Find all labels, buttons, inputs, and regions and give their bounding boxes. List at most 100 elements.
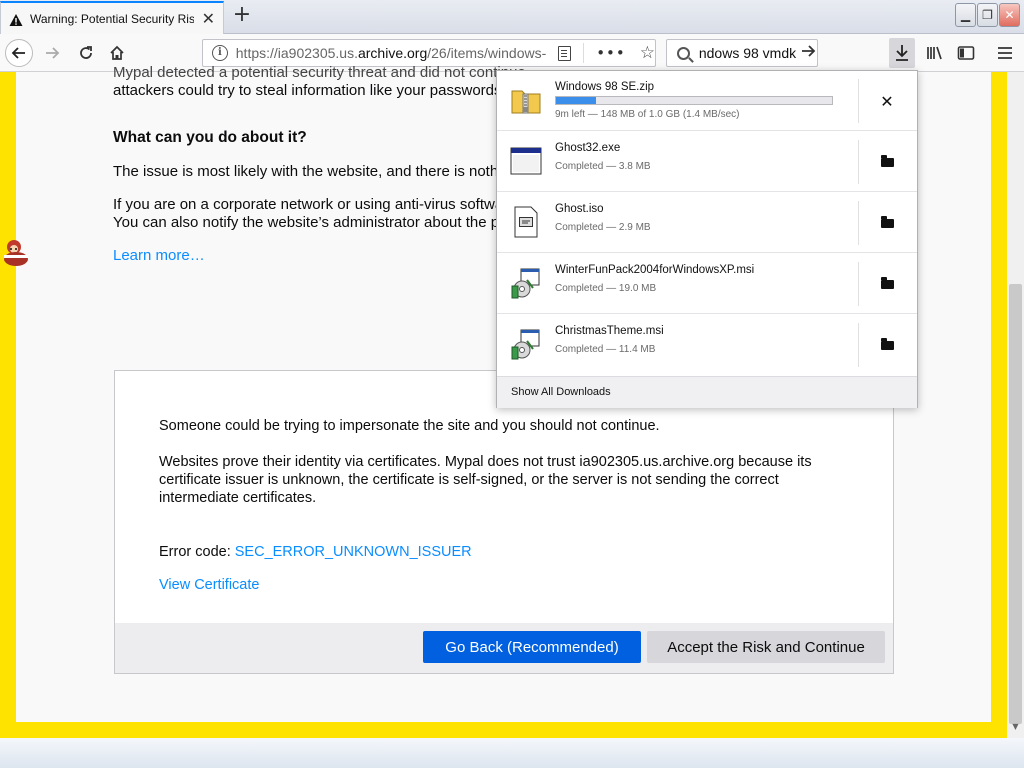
installer-package-icon [509,327,543,361]
section-heading: What can you do about it? [113,129,307,146]
back-button[interactable] [5,39,33,67]
tab-active[interactable]: Warning: Potential Security Risk Ahead ✕ [0,1,224,34]
downloads-footer: Show All Downloads [497,376,917,408]
download-status: Completed — 2.9 MB [555,222,651,233]
exe-window-icon [509,144,543,178]
download-filename: Ghost32.exe [555,142,621,154]
forward-arrow-icon [46,47,60,59]
action-divider [858,201,859,245]
button-bar: Go Back (Recommended) Accept the Risk an… [115,623,893,673]
installer-package-icon [509,266,543,300]
close-window-button[interactable]: ✕ [999,3,1020,27]
url-prefix: https://ia902305.us. [235,45,358,61]
open-folder-button[interactable] [867,209,907,237]
download-status: 9m left — 148 MB of 1.0 GB (1.4 MB/sec) [555,109,740,120]
bookmark-star-icon[interactable]: ☆ [640,43,655,63]
yellow-frame-right [991,72,1007,738]
disc-image-icon [509,205,543,239]
download-item[interactable]: Ghost32.exe Completed — 3.8 MB [497,132,917,192]
window-controls: ▁ ❐ ✕ [955,3,1020,27]
download-progress-bar [555,96,833,105]
error-code-line: Error code: SEC_ERROR_UNKNOWN_ISSUER [159,543,472,561]
intro-text-line1: Mypal detected a potential security thre… [113,64,526,81]
folder-icon [880,337,894,350]
site-info-icon[interactable]: i [212,45,228,61]
download-filename: Windows 98 SE.zip [555,81,655,93]
library-icon [927,46,942,60]
download-arrow-icon [896,45,908,61]
download-item[interactable]: ChristmasTheme.msi Completed — 11.4 MB [497,315,917,375]
warning-icon [9,12,23,26]
download-item[interactable]: Ghost.iso Completed — 2.9 MB [497,193,917,253]
tab-title: Warning: Potential Security Risk Ahead [30,11,194,26]
show-all-downloads-link[interactable]: Show All Downloads [511,386,611,398]
folder-icon [880,276,894,289]
reload-button[interactable] [72,39,100,67]
corporate-text-line1: If you are on a corporate network or usi… [113,196,517,213]
action-divider [858,79,859,123]
home-icon [110,45,124,60]
downloads-button[interactable] [889,38,915,68]
forward-button[interactable] [38,39,66,67]
scrollbar-thumb[interactable] [1009,284,1022,724]
sidebar-button[interactable] [952,39,980,67]
learn-more-link[interactable]: Learn more… [113,247,205,264]
download-status: Completed — 3.8 MB [555,161,651,172]
mascot-icon [0,237,32,267]
search-input[interactable]: ndows 98 vmdk [699,45,801,61]
download-item[interactable]: WinterFunPack2004forWindowsXP.msi Comple… [497,254,917,314]
search-bar[interactable]: ndows 98 vmdk [666,39,818,67]
downloads-panel: Windows 98 SE.zip 9m left — 148 MB of 1.… [496,70,918,408]
action-divider [858,323,859,367]
minimize-button[interactable]: ▁ [955,3,976,27]
url-text[interactable]: https://ia902305.us.archive.org/26/items… [236,45,547,61]
yellow-frame-left [0,72,16,738]
hamburger-menu-icon [998,47,1012,59]
impersonate-warning: Someone could be trying to impersonate t… [159,418,660,434]
error-code-label: Error code: [159,544,235,560]
reload-icon [80,46,92,59]
folder-icon [880,215,894,228]
go-back-button[interactable]: Go Back (Recommended) [423,631,641,663]
open-folder-button[interactable] [867,331,907,359]
download-filename: Ghost.iso [555,203,604,215]
download-status: Completed — 11.4 MB [555,344,656,355]
library-button[interactable] [921,39,949,67]
new-tab-button[interactable]: + [230,4,254,28]
zip-archive-icon [509,83,543,117]
cancel-x-icon: ✕ [880,91,894,111]
title-bar: Warning: Potential Security Risk Ahead ✕… [0,0,1024,34]
corporate-text-line2: You can also notify the website’s admini… [113,214,500,231]
url-bar[interactable]: i https://ia902305.us.archive.org/26/ite… [202,39,656,67]
accept-risk-button[interactable]: Accept the Risk and Continue [647,631,885,663]
error-code-link[interactable]: SEC_ERROR_UNKNOWN_ISSUER [235,544,472,560]
download-filename: WinterFunPack2004forWindowsXP.msi [555,264,755,276]
intro-text-line2: attackers could try to steal information… [113,82,506,99]
download-item[interactable]: Windows 98 SE.zip 9m left — 148 MB of 1.… [497,71,917,131]
action-divider [858,262,859,306]
advanced-panel: Someone could be trying to impersonate t… [114,370,894,674]
certificate-explanation: Websites prove their identity via certif… [159,454,812,506]
desktop-strip [0,738,1024,768]
page-actions-icon[interactable]: ••• [596,44,626,62]
issue-text: The issue is most likely with the websit… [113,163,519,180]
url-divider [583,43,585,63]
search-go-icon[interactable] [801,43,817,63]
cancel-download-button[interactable]: ✕ [867,87,907,115]
home-button[interactable] [103,39,131,67]
yellow-frame-bottom [0,722,1007,738]
search-icon [677,46,690,60]
download-status: Completed — 19.0 MB [555,283,657,294]
back-arrow-icon [11,47,25,59]
download-filename: ChristmasTheme.msi [555,325,664,337]
sidebar-icon [957,46,975,60]
restore-button[interactable]: ❐ [977,3,998,27]
folder-icon [880,154,894,167]
open-folder-button[interactable] [867,270,907,298]
scroll-down-arrow-icon[interactable]: ▼ [1009,722,1022,736]
open-folder-button[interactable] [867,148,907,176]
menu-button[interactable] [991,39,1019,67]
tab-close-icon[interactable]: ✕ [202,9,215,28]
view-certificate-link[interactable]: View Certificate [159,576,259,594]
reader-view-icon[interactable] [558,45,572,61]
